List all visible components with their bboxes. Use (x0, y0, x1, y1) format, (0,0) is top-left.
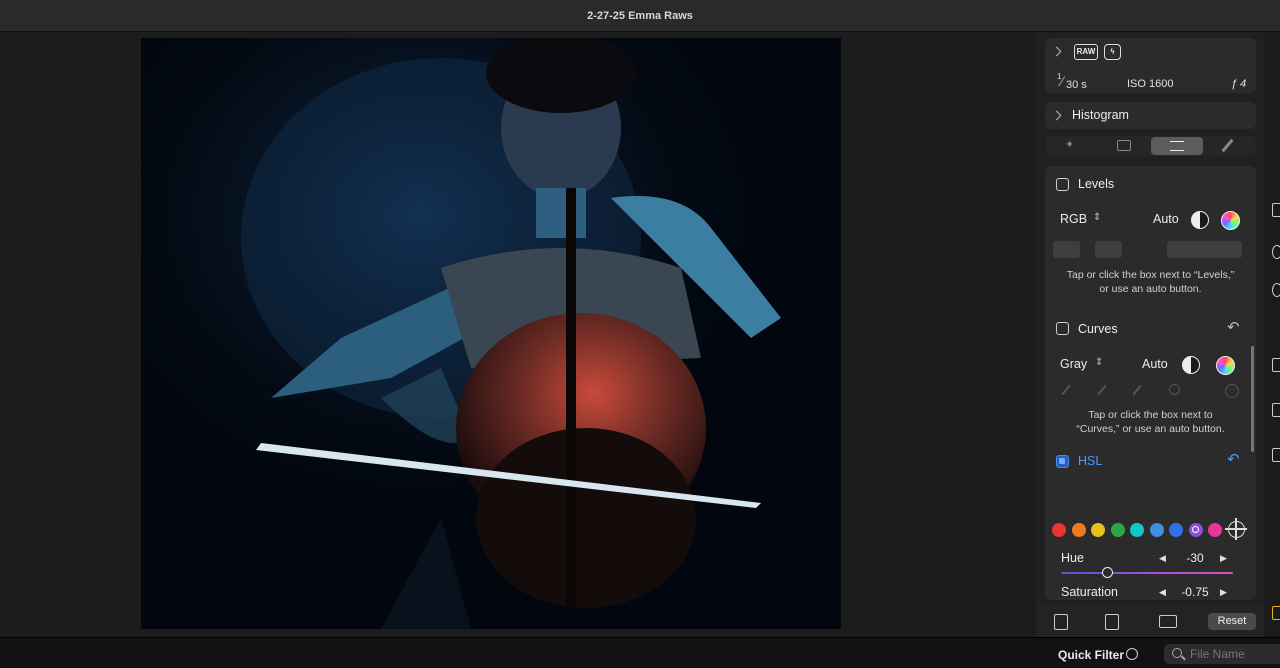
tool-tabs: ✦ (1045, 136, 1256, 156)
crop-icon[interactable] (1272, 358, 1280, 372)
levels-white-field[interactable] (1167, 241, 1242, 258)
brush-icon[interactable] (1221, 138, 1234, 153)
info-icon[interactable] (1272, 203, 1280, 217)
file-name-search[interactable] (1164, 644, 1280, 664)
title-bar: 2-27-25 Emma Raws (0, 0, 1280, 32)
grid-icon[interactable] (1272, 403, 1280, 417)
undo-icon[interactable]: ↶ (1227, 318, 1240, 336)
shutter-speed: 30 s (1066, 79, 1087, 91)
right-tool-strip (1264, 33, 1280, 636)
magic-wand-icon[interactable]: ✦ (1065, 139, 1077, 151)
levels-hint-2: or use an auto button. (1099, 283, 1202, 295)
aperture-value: ƒ 4 (1231, 78, 1247, 90)
curves-channel-select[interactable]: Gray (1060, 357, 1087, 371)
color-picker-target-icon[interactable] (1225, 518, 1247, 540)
metadata-card: RAW ϟ 1 ⁄ 30 s ISO 1600 ƒ 4 (1045, 38, 1256, 93)
slider-label: Saturation (1061, 585, 1118, 599)
white-point-eyedropper-icon[interactable] (1132, 384, 1142, 396)
increment-arrow-icon[interactable]: ▶ (1220, 553, 1227, 564)
adjustments-tab[interactable] (1151, 137, 1203, 155)
hsl-swatch[interactable] (1169, 523, 1183, 537)
curves-checkbox[interactable] (1056, 322, 1069, 335)
paste-adjustments-icon[interactable] (1105, 614, 1119, 630)
hsl-swatch[interactable] (1149, 523, 1164, 537)
flash-off-icon: ϟ (1104, 44, 1121, 60)
hsl-checkbox[interactable] (1056, 455, 1069, 468)
hsl-swatch[interactable] (1071, 523, 1086, 537)
compare-icon[interactable] (1272, 448, 1280, 462)
hsl-swatch[interactable] (1091, 523, 1105, 537)
levels-label: Levels (1078, 177, 1115, 191)
window-title: 2-27-25 Emma Raws (587, 10, 693, 22)
circle-icon[interactable] (1272, 245, 1280, 259)
adjustments-panel[interactable]: Levels RGB ⇕ Auto Tap or click the box n… (1045, 166, 1256, 600)
slider-track[interactable] (1061, 572, 1233, 574)
adjustments-sidebar: RAW ϟ 1 ⁄ 30 s ISO 1600 ƒ 4 Histogram ✦ … (1036, 33, 1264, 636)
auto-color-icon[interactable] (1221, 211, 1240, 230)
histogram-label: Histogram (1072, 108, 1129, 122)
hsl-swatch[interactable] (1052, 523, 1066, 537)
iso-value: ISO 1600 (1127, 78, 1174, 90)
slider-label: Hue (1061, 551, 1084, 565)
hsl-swatch[interactable] (1188, 523, 1203, 537)
decrement-arrow-icon[interactable]: ◀ (1159, 587, 1166, 598)
hsl-swatch[interactable] (1110, 523, 1125, 537)
sidebar-bottom-bar: Reset (1036, 603, 1264, 637)
rotate-icon[interactable] (1272, 283, 1280, 297)
slider-value[interactable]: -0.75 (1173, 585, 1217, 599)
curves-label: Curves (1078, 322, 1118, 336)
info-panel-icon[interactable] (1117, 140, 1131, 151)
increment-arrow-icon[interactable]: ▶ (1220, 587, 1227, 598)
levels-black-field[interactable] (1053, 241, 1080, 258)
presets-icon[interactable] (1159, 615, 1177, 628)
slider-value[interactable]: -30 (1173, 551, 1217, 565)
chevron-right-icon[interactable] (1051, 46, 1062, 57)
curves-auto-label: Auto (1142, 357, 1168, 371)
filmstrip-icon[interactable] (1272, 606, 1280, 620)
auto-contrast-icon[interactable] (1182, 356, 1200, 374)
sliders-icon (1170, 141, 1184, 151)
search-input[interactable] (1190, 646, 1280, 662)
more-options-icon[interactable]: ··· (1225, 384, 1239, 398)
levels-hint-1: Tap or click the box next to “Levels,” (1066, 269, 1235, 281)
decrement-arrow-icon[interactable]: ◀ (1159, 553, 1166, 564)
levels-checkbox[interactable] (1056, 178, 1069, 191)
slider-knob[interactable] (1102, 567, 1114, 578)
photo-preview[interactable] (141, 38, 841, 629)
hsl-label: HSL (1078, 454, 1103, 468)
histogram-section[interactable]: Histogram (1045, 102, 1256, 129)
raw-badge: RAW (1074, 44, 1098, 60)
levels-mid-field[interactable] (1095, 241, 1122, 258)
image-canvas[interactable] (0, 33, 1036, 636)
cellist-photo (141, 38, 841, 629)
auto-color-icon[interactable] (1216, 356, 1235, 375)
footer-bar: Quick Filter (0, 637, 1280, 668)
auto-contrast-icon[interactable] (1191, 211, 1209, 229)
search-icon (1172, 648, 1182, 658)
updown-chevron-icon: ⇕ (1093, 212, 1102, 223)
curves-hint-1: Tap or click the box next to (1088, 409, 1213, 421)
levels-channel-select[interactable]: RGB (1060, 212, 1087, 226)
black-point-eyedropper-icon[interactable] (1061, 384, 1071, 396)
target-adjust-icon[interactable] (1169, 384, 1180, 395)
copy-adjustments-icon[interactable] (1054, 614, 1068, 630)
quick-filter-label[interactable]: Quick Filter (1058, 648, 1124, 662)
updown-chevron-icon: ⇕ (1095, 357, 1104, 368)
fraction-slash: ⁄ (1061, 73, 1064, 89)
panel-scrollbar[interactable] (1251, 346, 1254, 452)
levels-auto-label: Auto (1153, 212, 1179, 226)
filter-icon[interactable] (1126, 648, 1138, 660)
chevron-right-icon[interactable] (1051, 110, 1062, 121)
reset-button[interactable]: Reset (1208, 613, 1256, 630)
hsl-swatch[interactable] (1130, 523, 1144, 537)
curves-hint-2: “Curves,” or use an auto button. (1076, 423, 1225, 435)
undo-icon[interactable]: ↶ (1227, 450, 1240, 468)
gray-point-eyedropper-icon[interactable] (1097, 384, 1107, 396)
hsl-swatch[interactable] (1208, 523, 1222, 537)
